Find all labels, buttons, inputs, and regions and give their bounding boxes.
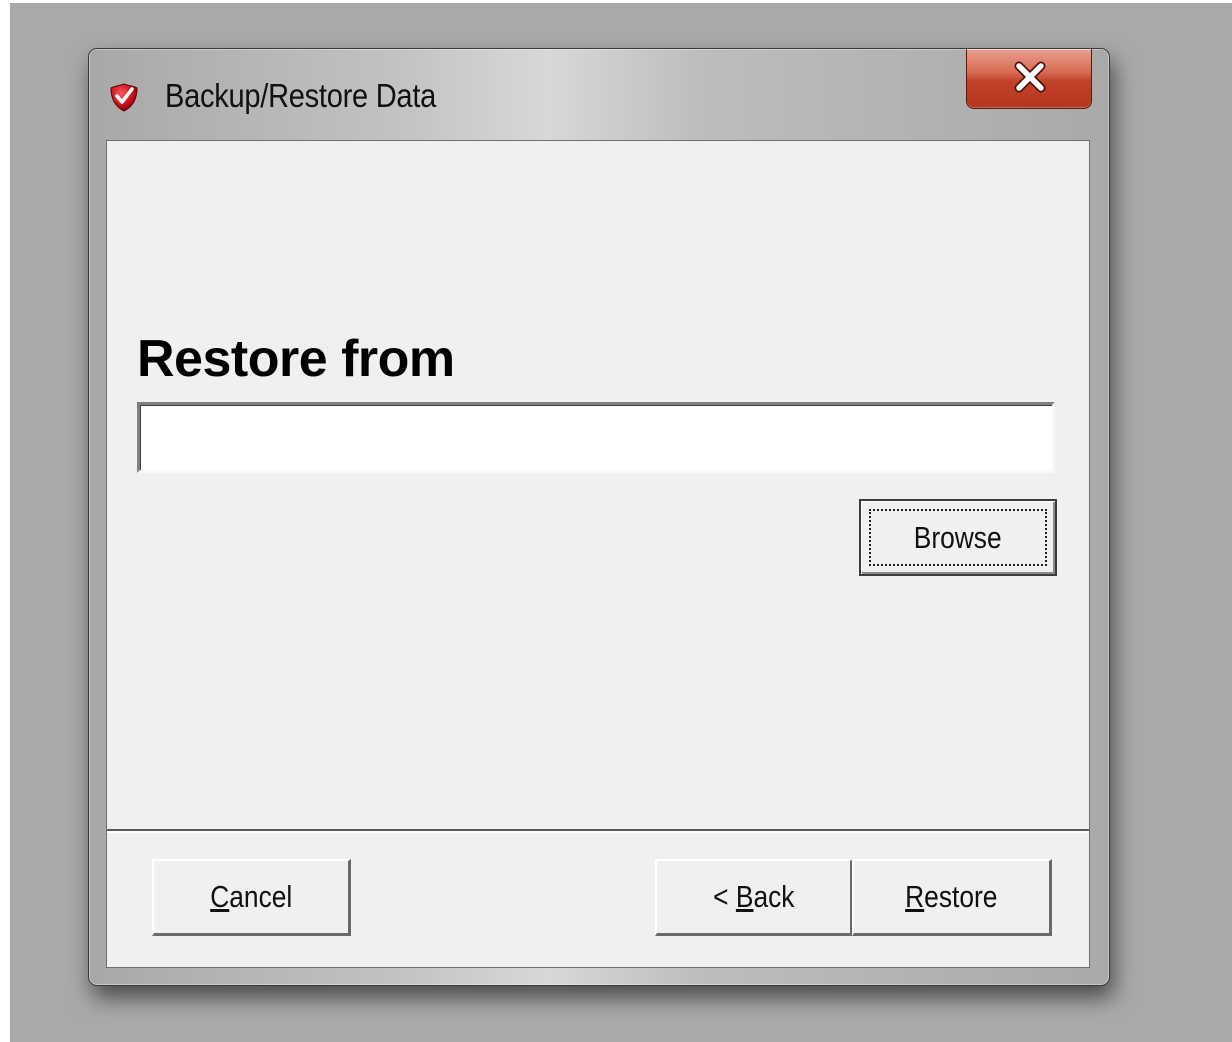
close-button[interactable] xyxy=(966,49,1092,109)
footer-separator xyxy=(107,829,1089,833)
close-icon xyxy=(1014,61,1046,93)
cancel-button-label: Cancel xyxy=(209,879,293,914)
restore-from-heading: Restore from xyxy=(137,330,455,388)
restore-path-input[interactable] xyxy=(137,402,1055,473)
browse-button[interactable]: Browse xyxy=(859,499,1057,576)
backup-restore-dialog: Backup/Restore Data Restore from Browse … xyxy=(88,48,1110,986)
title-bar[interactable]: Backup/Restore Data xyxy=(89,49,1109,137)
back-button[interactable]: < Back xyxy=(655,859,853,936)
restore-button[interactable]: Restore xyxy=(852,859,1052,936)
browse-button-label: Browse xyxy=(914,519,1002,555)
dialog-content: Restore from Browse Cancel < Back Restor… xyxy=(106,140,1090,968)
shield-check-icon xyxy=(107,80,141,114)
cancel-button[interactable]: Cancel xyxy=(152,859,351,936)
back-button-label: < Back xyxy=(712,879,795,914)
restore-button-label: Restore xyxy=(905,879,998,914)
window-title: Backup/Restore Data xyxy=(165,77,437,114)
